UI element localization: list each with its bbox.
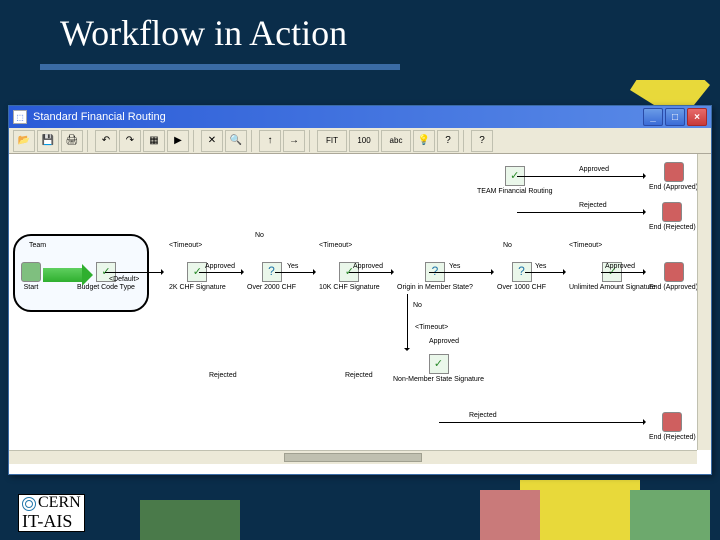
edge <box>349 272 393 273</box>
edge <box>517 176 645 177</box>
save-icon[interactable]: 💾 <box>37 130 59 152</box>
edge-label-timeout-3: <Timeout> <box>569 242 602 249</box>
edge-label-yes: Yes <box>287 263 298 270</box>
edge-label-timeout-2: <Timeout> <box>319 242 352 249</box>
open-icon[interactable]: 📂 <box>13 130 35 152</box>
edge-label-approved-2: Approved <box>353 263 383 270</box>
redo-icon[interactable]: ↷ <box>119 130 141 152</box>
node-end-rejected-1[interactable]: End (Rejected) <box>649 202 696 232</box>
close-button[interactable]: × <box>687 108 707 126</box>
zoom-100-button[interactable]: 100 <box>349 130 379 152</box>
edge-label-timeout: <Timeout> <box>169 242 202 249</box>
maximize-button[interactable]: □ <box>665 108 685 126</box>
edge-label-default: <Default> <box>109 276 139 283</box>
edge <box>407 294 408 350</box>
run-icon[interactable]: ▶ <box>167 130 189 152</box>
undo-icon[interactable]: ↶ <box>95 130 117 152</box>
edge-label-rejected-top: Rejected <box>579 202 607 209</box>
node-nms-signature[interactable]: Non-Member State Signature <box>393 354 484 384</box>
node-end-approved-2[interactable]: End (Approved) <box>649 262 698 292</box>
print-icon[interactable]: 🖨 <box>61 130 83 152</box>
edge <box>439 422 645 423</box>
edge-label-no-3: No <box>503 242 512 249</box>
edge-label-yes-2: Yes <box>449 263 460 270</box>
zoom-icon[interactable]: 🔍 <box>225 130 247 152</box>
vertical-scrollbar[interactable] <box>697 154 711 450</box>
hint-icon[interactable]: 💡 <box>413 130 435 152</box>
edge <box>275 272 315 273</box>
title-underline <box>40 64 400 70</box>
node-team-label: Team <box>29 242 46 250</box>
nav-fwd-icon[interactable]: → <box>283 130 305 152</box>
edge-label-rejected-b3: Rejected <box>469 412 497 419</box>
edge <box>105 272 163 273</box>
edge-label-timeout-4: <Timeout> <box>415 324 448 331</box>
cern-logo-icon <box>22 497 36 511</box>
edge-label-rejected-b1: Rejected <box>209 372 237 379</box>
abc-button[interactable]: abc <box>381 130 411 152</box>
edge <box>199 272 243 273</box>
edge-label-no: No <box>255 232 264 239</box>
edge-label-no-2: No <box>413 302 422 309</box>
edge-label-approved-3: Approved <box>605 263 635 270</box>
edge-label-yes-3: Yes <box>535 263 546 270</box>
workflow-canvas[interactable]: Team Start Budget Code Type 2K CHF Signa… <box>9 154 711 464</box>
window-titlebar[interactable]: ⬚ Standard Financial Routing _ □ × <box>9 106 711 128</box>
edge <box>517 212 645 213</box>
edge <box>525 272 565 273</box>
workflow-window: ⬚ Standard Financial Routing _ □ × 📂 💾 🖨… <box>8 105 712 475</box>
footer-line1: CERN <box>38 494 81 511</box>
whatsthis-icon[interactable]: ? <box>437 130 459 152</box>
node-start[interactable]: Start <box>21 262 41 292</box>
edge-label-rejected-b2: Rejected <box>345 372 373 379</box>
node-end-approved-1[interactable]: End (Approved) <box>649 162 698 192</box>
edge-label-approved-4: Approved <box>429 338 459 345</box>
edge-label-approved: Approved <box>205 263 235 270</box>
node-origin-member-state[interactable]: Origin in Member State? <box>397 262 473 292</box>
window-title-text: Standard Financial Routing <box>33 111 641 123</box>
edge-label-approved-top: Approved <box>579 166 609 173</box>
slide-title: Workflow in Action <box>0 0 720 54</box>
window-app-icon: ⬚ <box>13 110 27 124</box>
node-end-rejected-2[interactable]: End (Rejected) <box>649 412 696 442</box>
footer-line2: IT-AIS <box>22 512 81 531</box>
edge <box>601 272 645 273</box>
delete-icon[interactable]: ✕ <box>201 130 223 152</box>
help-icon[interactable]: ? <box>471 130 493 152</box>
toolbar: 📂 💾 🖨 ↶ ↷ ▦ ▶ ✕ 🔍 ↑ → FIT 100 abc 💡 ? ? <box>9 128 711 154</box>
node-team-financial-routing[interactable]: TEAM Financial Routing <box>477 166 552 196</box>
grid-icon[interactable]: ▦ <box>143 130 165 152</box>
minimize-button[interactable]: _ <box>643 108 663 126</box>
edge <box>429 272 493 273</box>
horizontal-scrollbar[interactable] <box>9 450 697 464</box>
nav-up-icon[interactable]: ↑ <box>259 130 281 152</box>
fit-button[interactable]: FIT <box>317 130 347 152</box>
footer-org-box: CERN IT-AIS <box>18 494 85 532</box>
